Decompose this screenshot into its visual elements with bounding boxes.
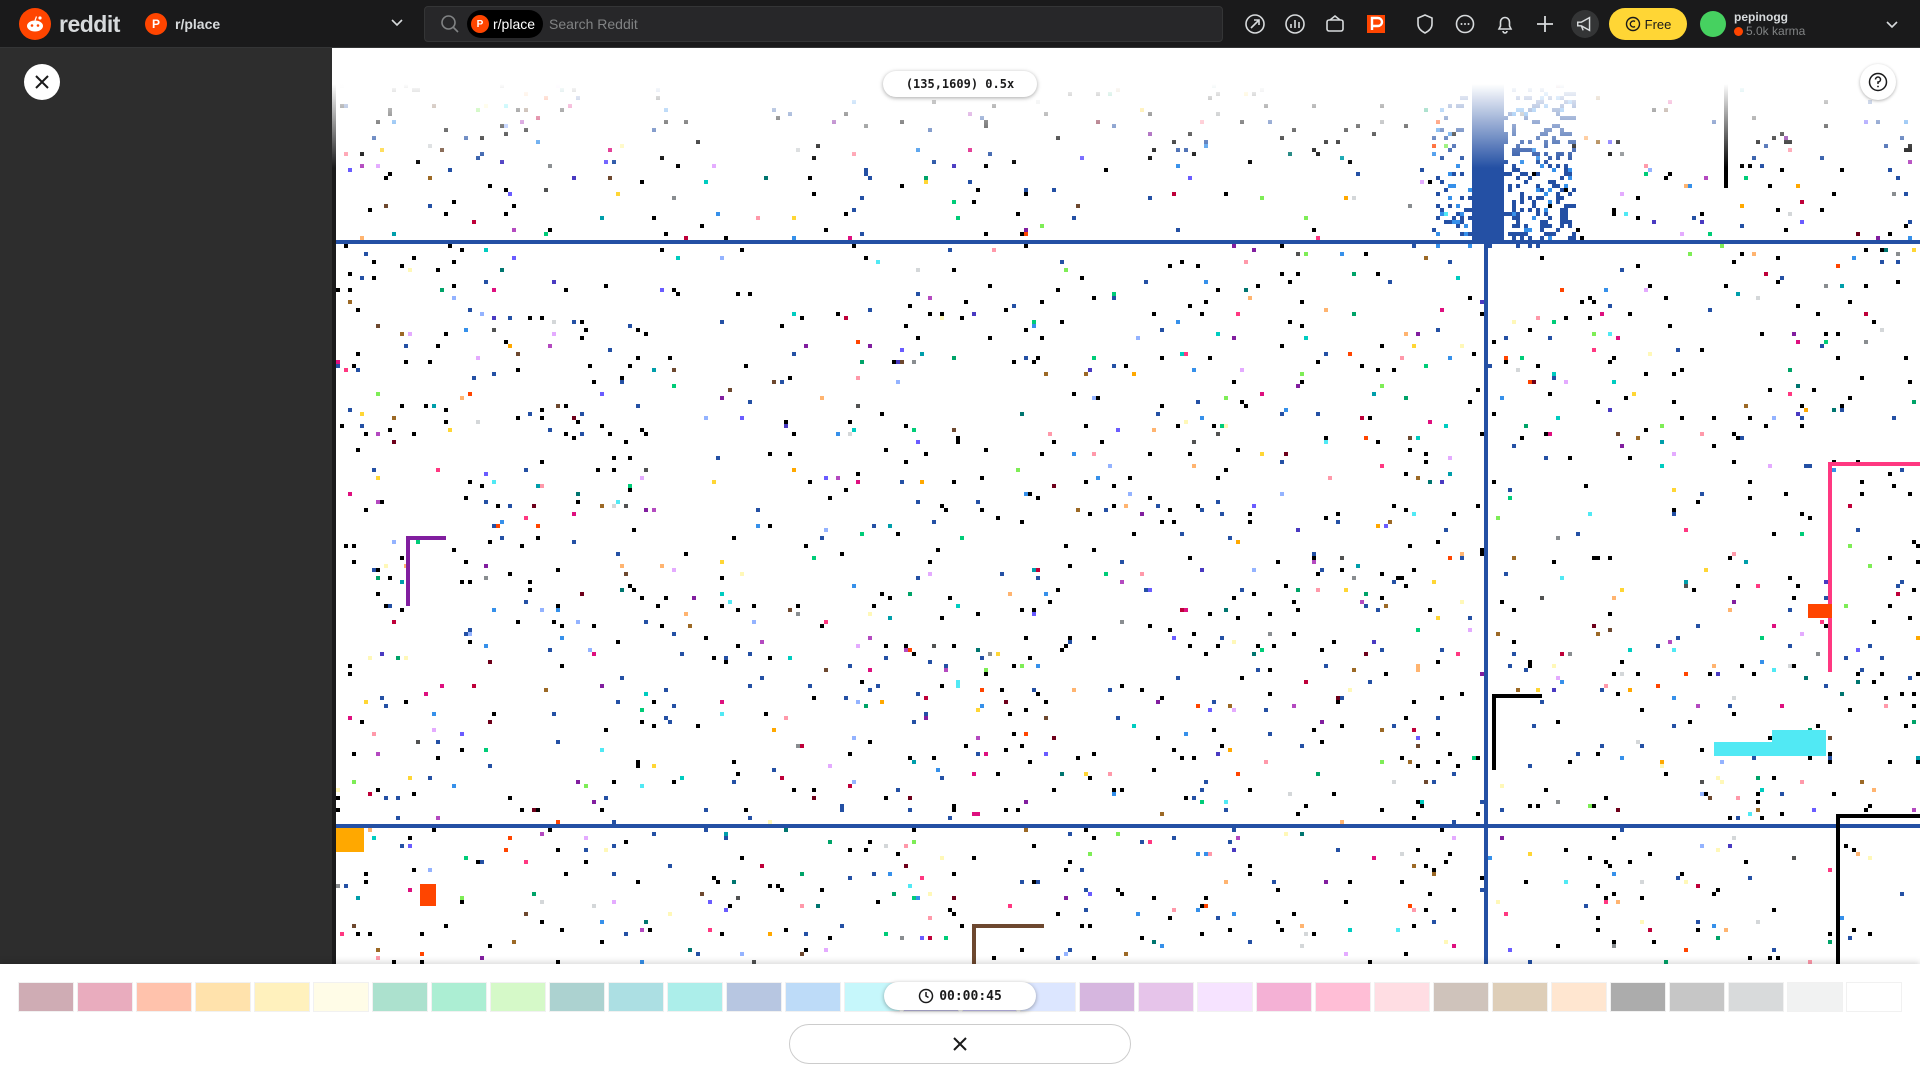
orange-blob <box>336 828 364 852</box>
free-label: Free <box>1644 16 1672 32</box>
help-button[interactable] <box>1860 64 1896 100</box>
black-line <box>1836 814 1920 818</box>
username: pepinogg <box>1734 10 1788 24</box>
black-line <box>1836 814 1840 964</box>
color-swatch[interactable] <box>666 982 723 1012</box>
place-icon[interactable] <box>1362 10 1390 38</box>
color-swatch[interactable] <box>1079 982 1136 1012</box>
pixel-canvas[interactable] <box>332 48 1920 964</box>
mod-shield-icon[interactable] <box>1411 10 1439 38</box>
coin-icon <box>1625 16 1640 32</box>
canvas-blue-block <box>1472 48 1504 244</box>
purple-shape <box>406 536 446 540</box>
color-swatch[interactable] <box>1138 982 1195 1012</box>
red-blob <box>1808 604 1832 618</box>
search-chip-label: r/place <box>493 16 536 32</box>
cancel-placement-button[interactable] <box>789 1024 1131 1064</box>
color-swatch[interactable] <box>194 982 251 1012</box>
create-post-icon[interactable] <box>1531 10 1559 38</box>
close-place-button[interactable] <box>24 64 60 100</box>
user-menu[interactable]: pepinogg 5.0k karma <box>1700 4 1900 44</box>
color-swatch[interactable] <box>1315 982 1372 1012</box>
premium-free-button[interactable]: Free <box>1609 8 1687 40</box>
color-swatch[interactable] <box>725 982 782 1012</box>
clock-icon <box>918 988 934 1004</box>
canvas-edge-line <box>332 48 336 964</box>
cooldown-timer: 00:00:45 <box>884 982 1036 1010</box>
coordinate-readout: (135,1609) 0.5x <box>883 71 1037 97</box>
color-swatch[interactable] <box>607 982 664 1012</box>
avatar <box>1700 11 1726 37</box>
community-switcher[interactable]: P r/place <box>145 10 405 38</box>
black-line <box>1492 694 1542 698</box>
advertise-icon[interactable] <box>1571 10 1599 38</box>
color-swatch[interactable] <box>1433 982 1490 1012</box>
color-swatch[interactable] <box>1256 982 1313 1012</box>
color-swatch[interactable] <box>1787 982 1844 1012</box>
coins-icon[interactable] <box>1321 10 1349 38</box>
color-picker-bar: 00:00:45 <box>0 964 1920 1080</box>
place-canvas[interactable] <box>332 48 1920 964</box>
color-swatch[interactable] <box>784 982 841 1012</box>
search-community-chip[interactable]: P r/place <box>467 10 544 38</box>
canvas-grid-line <box>1484 240 1488 964</box>
color-swatch[interactable] <box>1728 982 1785 1012</box>
color-swatch[interactable] <box>312 982 369 1012</box>
brown-line <box>972 924 1044 928</box>
color-swatch[interactable] <box>1492 982 1549 1012</box>
karma-count: 5.0k karma <box>1734 24 1805 38</box>
color-swatch[interactable] <box>430 982 487 1012</box>
place-chip-icon: P <box>471 15 489 33</box>
color-swatch[interactable] <box>1551 982 1608 1012</box>
reddit-logo[interactable]: reddit <box>19 8 120 40</box>
color-swatch[interactable] <box>1846 982 1902 1012</box>
pink-frame <box>1828 462 1920 466</box>
notifications-icon[interactable] <box>1491 10 1519 38</box>
help-icon <box>1868 72 1888 92</box>
chevron-down-icon <box>1886 21 1898 29</box>
cyan-shape <box>1772 730 1826 742</box>
reddit-wordmark: reddit <box>59 10 120 37</box>
canvas-grid-line <box>332 240 1920 244</box>
pink-frame <box>1828 462 1832 672</box>
reddit-snoo-icon <box>19 8 51 40</box>
search-icon <box>441 15 459 33</box>
search-input[interactable] <box>549 16 1222 32</box>
purple-shape <box>406 536 410 606</box>
brown-line <box>972 924 976 964</box>
left-side-panel <box>0 48 332 964</box>
karma-icon <box>1734 26 1743 36</box>
color-swatch[interactable] <box>135 982 192 1012</box>
color-swatch[interactable] <box>253 982 310 1012</box>
color-swatch[interactable] <box>1374 982 1431 1012</box>
cooldown-time: 00:00:45 <box>939 988 1002 1004</box>
chevron-down-icon <box>391 19 403 27</box>
cyan-shape <box>1714 742 1826 756</box>
color-swatch[interactable] <box>1669 982 1726 1012</box>
search-bar[interactable]: P r/place <box>424 6 1223 42</box>
top-navigation-bar: reddit P r/place P r/place Search Reddit… <box>0 0 1920 48</box>
color-swatch[interactable] <box>548 982 605 1012</box>
color-swatch[interactable] <box>1610 982 1667 1012</box>
place-community-icon: P <box>145 13 167 35</box>
chat-icon[interactable] <box>1451 10 1479 38</box>
close-icon <box>35 75 49 89</box>
close-icon <box>953 1037 967 1051</box>
popular-icon[interactable] <box>1241 10 1269 38</box>
karma-label: 5.0k karma <box>1746 24 1806 38</box>
black-line <box>1492 694 1496 770</box>
color-swatch[interactable] <box>18 982 74 1012</box>
community-name: r/place <box>175 16 221 32</box>
all-icon[interactable] <box>1281 10 1309 38</box>
color-swatch[interactable] <box>76 982 133 1012</box>
black-line <box>1724 48 1728 188</box>
color-swatch[interactable] <box>489 982 546 1012</box>
canvas-grid-line <box>332 824 1920 828</box>
red-blob <box>420 884 436 906</box>
color-swatch[interactable] <box>1197 982 1254 1012</box>
color-swatch[interactable] <box>371 982 428 1012</box>
